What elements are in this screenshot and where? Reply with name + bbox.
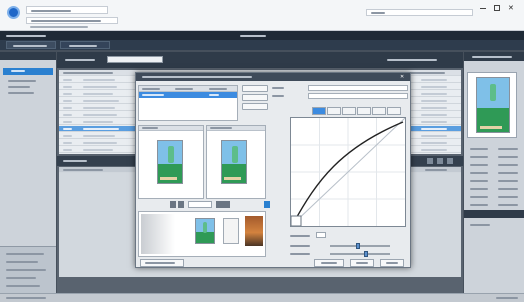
browser-search-input[interactable] (366, 9, 473, 16)
sample-thumbnail-1[interactable] (195, 218, 215, 244)
left-panel-selected-item[interactable] (3, 68, 53, 75)
original-preview-label (139, 126, 203, 131)
sample-thumbnail-3[interactable] (245, 216, 263, 246)
grid-view-icon[interactable] (427, 158, 433, 164)
original-preview-image (157, 140, 183, 184)
right-panel-header (464, 52, 524, 61)
left-panel-bottom (0, 246, 56, 294)
preset-button-2[interactable] (242, 94, 268, 101)
gradient-swatch (141, 214, 175, 254)
list-toolbar (57, 52, 463, 68)
window-controls: ✕ (476, 5, 520, 13)
channel-tab-4[interactable] (357, 107, 371, 115)
zoom-out-icon[interactable] (170, 201, 176, 208)
result-preview-label (207, 126, 265, 131)
curve-editor-dialog: ✕ (135, 72, 411, 268)
result-preview (206, 125, 266, 199)
sample-thumbnail-2[interactable] (223, 218, 239, 244)
tone-curve-editor[interactable] (290, 117, 406, 227)
slider-thumb-2[interactable] (364, 251, 368, 257)
maximize-icon[interactable] (494, 5, 500, 11)
value-field-1[interactable] (316, 232, 326, 238)
preset-button-1[interactable] (242, 85, 268, 92)
curve-handle[interactable] (290, 215, 302, 227)
fit-icon[interactable] (216, 201, 230, 208)
minimize-icon[interactable] (480, 8, 486, 9)
preset-properties (272, 85, 408, 109)
preset-list-item-selected[interactable] (139, 92, 237, 98)
channel-tabs (312, 107, 404, 115)
footer-button-cancel[interactable] (350, 259, 374, 267)
tone-curve-graph[interactable] (290, 117, 406, 227)
footer-button-ok[interactable] (314, 259, 344, 267)
status-bar (0, 293, 524, 302)
address-bar[interactable] (26, 17, 118, 24)
zoom-controls (170, 201, 270, 208)
channel-tab-6[interactable] (387, 107, 401, 115)
slider-thumb-1[interactable] (356, 243, 360, 249)
channel-tab-3[interactable] (342, 107, 356, 115)
tab-second[interactable] (60, 41, 110, 49)
app-title-bar (0, 31, 524, 40)
left-panel-header (0, 52, 56, 60)
browser-logo-icon (7, 6, 20, 19)
footer-button-apply[interactable] (380, 259, 404, 267)
list-view-icon[interactable] (437, 158, 443, 164)
channel-tab-5[interactable] (372, 107, 386, 115)
tool-icon[interactable] (264, 201, 270, 208)
property-field-1[interactable] (308, 85, 408, 91)
channel-tab-2[interactable] (327, 107, 341, 115)
original-preview (138, 125, 204, 199)
sample-strip (138, 211, 266, 257)
property-field-2[interactable] (308, 93, 408, 99)
channel-tab-1[interactable] (312, 107, 326, 115)
app-tab-bar (0, 40, 524, 50)
zoom-in-icon[interactable] (178, 201, 184, 208)
adjustment-sliders (290, 231, 408, 259)
close-icon[interactable]: ✕ (508, 5, 515, 12)
thumbnail-image (476, 77, 510, 133)
right-panel-subheader (464, 210, 524, 218)
selected-image-thumbnail (467, 72, 517, 138)
slider-track-1[interactable] (330, 245, 390, 247)
browser-toolbar: ✕ (0, 0, 524, 31)
slider-track-2[interactable] (330, 253, 390, 255)
footer-left-button[interactable] (140, 259, 184, 267)
dialog-close-icon[interactable]: ✕ (400, 74, 406, 80)
dialog-title-bar: ✕ (136, 73, 410, 81)
preset-list (138, 85, 238, 121)
result-preview-image (221, 140, 247, 184)
tab-first[interactable] (6, 41, 56, 49)
zoom-level-field[interactable] (188, 201, 212, 208)
list-search-input[interactable] (107, 56, 163, 63)
browser-tab[interactable] (26, 6, 108, 14)
preset-button-3[interactable] (242, 103, 268, 110)
preset-buttons (242, 85, 268, 119)
settings-icon[interactable] (447, 158, 453, 164)
